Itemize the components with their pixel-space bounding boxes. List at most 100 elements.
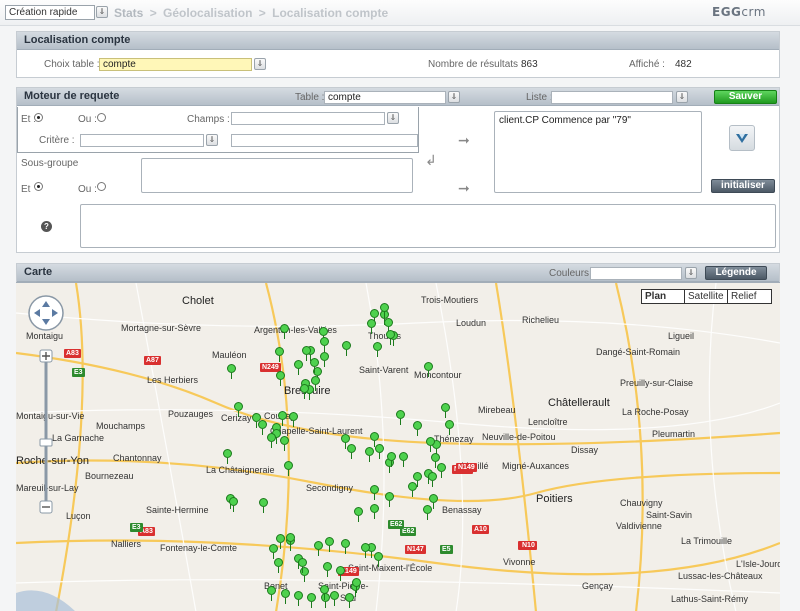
quick-create-select[interactable]: Création rapide bbox=[5, 5, 95, 20]
map-marker[interactable] bbox=[352, 577, 362, 593]
query-textarea[interactable]: client.CP Commence par "79" bbox=[494, 111, 702, 193]
choice-table-select[interactable]: compte bbox=[99, 58, 252, 71]
et-radio[interactable] bbox=[34, 113, 43, 122]
help-icon[interactable]: ? bbox=[41, 221, 52, 232]
map-marker[interactable] bbox=[319, 336, 329, 352]
road-shield: A87 bbox=[144, 356, 161, 365]
critere-select[interactable] bbox=[80, 134, 204, 147]
map-marker[interactable] bbox=[370, 503, 379, 519]
map-canvas[interactable]: Cholet Montaigu Mortagne-sur-Sèvre Argenton… bbox=[16, 282, 780, 611]
map-marker[interactable] bbox=[340, 539, 350, 555]
chevron-down-icon[interactable]: ⇓ bbox=[206, 134, 218, 146]
map-place-label: Valdivienne bbox=[616, 521, 662, 531]
map-place-label: Ligueil bbox=[668, 331, 695, 341]
map-marker[interactable] bbox=[268, 543, 278, 559]
initialiser-button[interactable]: initialiser bbox=[711, 179, 775, 193]
map-panel: Carte Couleurs : ⇓ Légende bbox=[16, 263, 780, 282]
chevron-down-icon[interactable]: ⇓ bbox=[96, 6, 108, 18]
chevron-down-icon[interactable]: ⇓ bbox=[254, 58, 266, 70]
map-marker[interactable] bbox=[309, 357, 319, 373]
map-marker[interactable] bbox=[285, 533, 295, 549]
map-marker[interactable] bbox=[320, 593, 330, 608]
map-marker[interactable] bbox=[226, 363, 236, 379]
map-marker[interactable] bbox=[346, 443, 356, 459]
table-label: Table : bbox=[295, 92, 325, 103]
map-marker[interactable] bbox=[423, 362, 433, 378]
map-marker[interactable] bbox=[325, 536, 335, 552]
map-marker[interactable] bbox=[370, 484, 380, 500]
chevron-down-icon[interactable]: ⇓ bbox=[387, 112, 399, 124]
map-marker[interactable] bbox=[407, 481, 417, 497]
ou-label: Ou : bbox=[78, 114, 97, 125]
chevron-down-icon[interactable]: ⇓ bbox=[448, 91, 460, 103]
liste-select[interactable] bbox=[551, 91, 673, 104]
arrow-right-icon[interactable]: ➞ bbox=[458, 132, 470, 149]
table-select[interactable]: compte bbox=[324, 91, 446, 104]
map-marker[interactable] bbox=[412, 421, 422, 437]
map-marker[interactable] bbox=[258, 497, 268, 513]
map-marker[interactable] bbox=[373, 551, 383, 567]
breadcrumb-current: Localisation compte bbox=[272, 6, 389, 20]
map-place-label: Saint-Maixent-l'École bbox=[348, 563, 433, 573]
map-marker[interactable] bbox=[299, 567, 309, 583]
map-marker[interactable] bbox=[267, 585, 276, 601]
et2-label: Et bbox=[21, 184, 31, 195]
critere-value-input[interactable] bbox=[231, 134, 418, 147]
legend-button[interactable]: Légende bbox=[705, 266, 767, 280]
map-marker[interactable] bbox=[275, 371, 285, 387]
shown-count-label: Affiché : bbox=[629, 59, 665, 70]
map-marker[interactable] bbox=[293, 591, 303, 607]
map-place-label: Moncontour bbox=[414, 370, 462, 380]
map-place-label: Neuville-de-Poitou bbox=[482, 432, 556, 442]
map-marker[interactable] bbox=[279, 436, 289, 452]
map-marker[interactable] bbox=[398, 452, 408, 468]
map-marker[interactable] bbox=[379, 302, 389, 318]
map-marker[interactable] bbox=[360, 542, 370, 558]
ou2-radio[interactable] bbox=[97, 182, 106, 191]
map-marker[interactable] bbox=[278, 410, 288, 426]
map-marker[interactable] bbox=[444, 419, 454, 435]
map-place-label: Mauléon bbox=[212, 350, 247, 360]
map-type-plan[interactable]: Plan bbox=[642, 290, 685, 303]
arrow-left-icon[interactable]: ↲ bbox=[425, 152, 437, 169]
chevron-down-icon[interactable]: ⇓ bbox=[676, 91, 688, 103]
map-marker[interactable] bbox=[306, 593, 316, 608]
map-marker[interactable] bbox=[427, 471, 437, 487]
map-place-label: Nalliers bbox=[111, 539, 142, 549]
map-marker[interactable] bbox=[273, 557, 283, 573]
breadcrumb-geolocalisation[interactable]: Géolocalisation bbox=[163, 6, 252, 20]
map-marker[interactable] bbox=[319, 351, 329, 367]
sous-groupe-textarea[interactable] bbox=[141, 158, 413, 193]
map-marker[interactable] bbox=[299, 384, 309, 400]
map-type-satellite[interactable]: Satellite bbox=[685, 290, 728, 303]
query-engine-panel: Moteur de requete Table : compte ⇓ Liste… bbox=[16, 87, 780, 253]
map-marker[interactable] bbox=[318, 327, 328, 343]
map-marker[interactable] bbox=[320, 584, 330, 600]
map-place-label: Benassay bbox=[442, 505, 482, 515]
map-marker[interactable] bbox=[281, 588, 290, 604]
map-marker[interactable] bbox=[431, 452, 441, 468]
map-marker[interactable] bbox=[301, 345, 311, 361]
chevron-down-icon[interactable]: ⇓ bbox=[685, 267, 697, 279]
map-marker[interactable] bbox=[234, 401, 244, 417]
save-button[interactable]: Sauver bbox=[714, 90, 777, 104]
breadcrumb-stats[interactable]: Stats bbox=[114, 6, 143, 20]
map-place-label: Pouzauges bbox=[168, 409, 214, 419]
map-marker[interactable] bbox=[288, 411, 298, 427]
map-type-relief[interactable]: Relief bbox=[728, 290, 771, 303]
critere-label: Critère : bbox=[39, 135, 75, 146]
map-marker[interactable] bbox=[386, 451, 396, 467]
couleurs-select[interactable] bbox=[590, 267, 682, 280]
filter-down-icon[interactable] bbox=[729, 125, 755, 151]
map-place-label: Fontenay-le-Comte bbox=[160, 543, 238, 553]
arrow-right-icon[interactable]: ➞ bbox=[458, 180, 470, 197]
et2-radio[interactable] bbox=[34, 182, 43, 191]
map-marker[interactable] bbox=[369, 431, 379, 447]
map-place-label: Dangé-Saint-Romain bbox=[596, 347, 681, 357]
map-place-label: Lathus-Saint-Rémy bbox=[671, 594, 749, 604]
help-textarea[interactable] bbox=[80, 204, 776, 248]
champs-select[interactable] bbox=[231, 112, 385, 125]
map-marker[interactable] bbox=[314, 540, 324, 556]
ou-radio[interactable] bbox=[97, 113, 106, 122]
map-marker[interactable] bbox=[375, 443, 385, 459]
